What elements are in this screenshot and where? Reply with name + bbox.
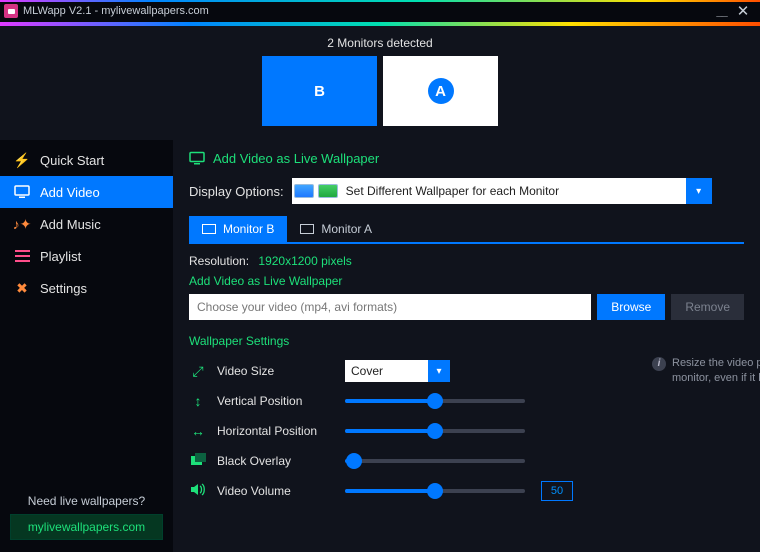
playlist-icon <box>14 248 30 264</box>
expand-icon: ⤢ <box>189 363 207 380</box>
monitor-b-tile[interactable]: B <box>262 56 377 126</box>
sidebar-footer-link[interactable]: mylivewallpapers.com <box>10 514 163 540</box>
gear-icon: ✖ <box>14 280 30 296</box>
video-volume-label: Video Volume <box>217 484 335 498</box>
monitor-thumb-icon <box>318 184 338 198</box>
monitor-small-icon <box>300 224 314 234</box>
black-overlay-slider[interactable] <box>345 450 525 472</box>
horizontal-arrows-icon: ↔ <box>189 423 207 439</box>
video-size-select[interactable]: Cover ▾ <box>345 360 450 382</box>
window-title: MLWapp V2.1 - mylivewallpapers.com <box>23 5 209 17</box>
video-volume-value[interactable]: 50 <box>541 481 573 501</box>
sidebar-item-addvideo[interactable]: Add Video <box>0 176 173 208</box>
sidebar-item-addmusic[interactable]: ♪✦ Add Music <box>0 208 173 240</box>
horizontal-position-label: Horizontal Position <box>217 424 335 438</box>
tab-monitor-b[interactable]: Monitor B <box>189 216 287 242</box>
monitor-icon <box>14 184 30 200</box>
music-icon: ♪✦ <box>14 216 30 232</box>
close-button[interactable]: ✕ <box>732 2 754 20</box>
black-overlay-label: Black Overlay <box>217 454 335 468</box>
monitors-status: 2 Monitors detected <box>0 36 760 50</box>
video-size-label: Video Size <box>217 364 335 378</box>
monitor-small-icon <box>202 224 216 234</box>
add-video-header: Add Video as Live Wallpaper <box>213 151 379 166</box>
video-path-input[interactable]: Choose your video (mp4, avi formats) <box>189 294 591 320</box>
lightning-icon: ⚡ <box>14 152 30 168</box>
video-size-hint: i Resize the video proportionately to co… <box>652 356 760 386</box>
overlay-icon <box>189 453 207 469</box>
minimize-button[interactable]: __ <box>710 4 732 18</box>
chevron-down-icon: ▾ <box>428 360 450 382</box>
sidebar-footer-text: Need live wallpapers? <box>10 494 163 508</box>
display-options-label: Display Options: <box>189 184 284 199</box>
display-options-select[interactable]: Set Different Wallpaper for each Monitor… <box>292 178 712 204</box>
vertical-position-label: Vertical Position <box>217 394 335 408</box>
resolution-label: Resolution: <box>189 254 249 268</box>
volume-icon <box>189 483 207 499</box>
monitor-thumb-icon <box>294 184 314 198</box>
horizontal-position-slider[interactable] <box>345 420 525 442</box>
resolution-value: 1920x1200 pixels <box>258 254 351 268</box>
remove-button: Remove <box>671 294 744 320</box>
sidebar-item-settings[interactable]: ✖ Settings <box>0 272 173 304</box>
vertical-position-slider[interactable] <box>345 390 525 412</box>
sidebar-item-quickstart[interactable]: ⚡ Quick Start <box>0 144 173 176</box>
tab-monitor-a[interactable]: Monitor A <box>287 216 385 242</box>
app-logo <box>4 4 18 18</box>
browse-button[interactable]: Browse <box>597 294 665 320</box>
video-volume-slider[interactable] <box>345 480 525 502</box>
info-icon: i <box>652 357 666 371</box>
chevron-down-icon: ▾ <box>686 178 712 204</box>
monitor-icon <box>189 150 205 166</box>
add-video-subheader: Add Video as Live Wallpaper <box>189 274 744 288</box>
wallpaper-settings-title: Wallpaper Settings <box>189 334 744 348</box>
vertical-arrows-icon: ↕ <box>189 393 207 409</box>
monitor-a-tile[interactable]: A <box>383 56 498 126</box>
sidebar-item-playlist[interactable]: Playlist <box>0 240 173 272</box>
